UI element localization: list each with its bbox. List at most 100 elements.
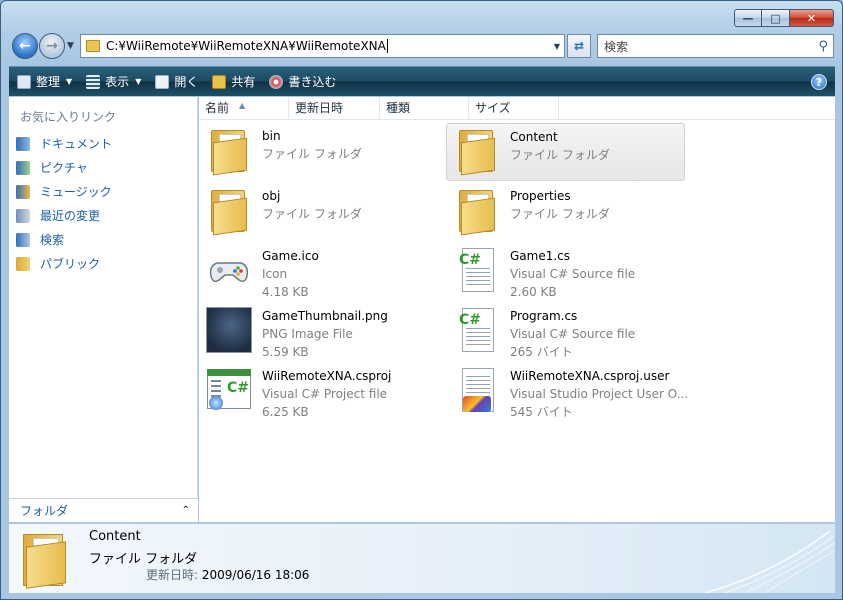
- details-pane: Content ファイル フォルダ 更新日時: 2009/06/16 18:06: [9, 523, 835, 593]
- column-header-label: サイズ: [475, 101, 511, 115]
- command-bar: 整理 ▼ 表示 ▼ 開く 共有 書き込む ?: [9, 66, 835, 96]
- recent-changes-icon: [16, 208, 30, 223]
- file-type: ファイル フォルダ: [262, 147, 362, 161]
- sidebar-item-label: 最近の変更: [40, 209, 101, 223]
- share-button[interactable]: 共有: [212, 73, 255, 90]
- vs-project-user-icon: [453, 366, 501, 414]
- open-button[interactable]: 開く: [155, 73, 198, 90]
- maximize-button[interactable]: □: [762, 9, 790, 27]
- documents-icon: [16, 136, 30, 151]
- sidebar-item-public[interactable]: パブリック: [16, 255, 100, 272]
- details-modified-value: 2009/06/16 18:06: [201, 568, 310, 582]
- column-header-type[interactable]: 種類: [380, 97, 469, 120]
- caption-buttons: — □ ✕: [734, 9, 834, 27]
- sidebar-item-label: ピクチャ: [40, 161, 88, 175]
- folders-label: フォルダ: [20, 504, 69, 518]
- sidebar-item-label: 検索: [40, 233, 65, 247]
- back-button[interactable]: ←: [12, 33, 38, 59]
- folder-icon: [205, 126, 253, 176]
- column-header-label: 更新日時: [295, 101, 344, 115]
- search-input[interactable]: 検索 ⚲: [597, 34, 834, 58]
- file-tile-csproj-user[interactable]: WiiRemoteXNA.csproj.user Visual Studio P…: [447, 366, 707, 424]
- file-tile-gamethumbnail-png[interactable]: GameThumbnail.png PNG Image File 5.59 KB: [199, 306, 439, 364]
- views-icon: [86, 74, 101, 89]
- recent-pages-dropdown[interactable]: ▼: [67, 41, 74, 51]
- file-type: ファイル フォルダ: [510, 207, 610, 221]
- help-icon[interactable]: ?: [811, 74, 827, 90]
- open-label: 開く: [174, 75, 199, 89]
- file-tile-csproj[interactable]: C# WiiRemoteXNA.csproj Visual C# Project…: [199, 366, 439, 424]
- share-icon: [212, 74, 227, 89]
- folder-icon: [17, 528, 73, 590]
- file-type: Icon: [262, 267, 288, 281]
- folders-toggle[interactable]: フォルダ ⌃: [9, 498, 198, 522]
- file-name: Properties: [510, 189, 571, 203]
- sidebar-item-label: ドキュメント: [40, 137, 113, 151]
- column-header-name[interactable]: ▲ 名前: [199, 97, 289, 120]
- sidebar-item-pictures[interactable]: ピクチャ: [16, 159, 88, 176]
- file-tile-game1-cs[interactable]: C# Game1.cs Visual C# Source file 2.60 K…: [447, 246, 687, 304]
- folder-icon: [205, 186, 253, 236]
- file-type: Visual C# Source file: [510, 267, 636, 281]
- sidebar-item-music[interactable]: ミュージック: [16, 183, 112, 200]
- file-name: bin: [262, 129, 281, 143]
- file-name: obj: [262, 189, 281, 203]
- details-file-name: Content: [89, 529, 141, 544]
- file-size: 265 バイト: [510, 345, 573, 359]
- image-thumbnail-icon: [205, 306, 253, 354]
- views-label: 表示: [105, 75, 130, 89]
- folder-icon: [86, 40, 100, 52]
- address-dropdown-icon[interactable]: ▼: [554, 42, 560, 51]
- forward-button[interactable]: →: [39, 33, 65, 59]
- close-button[interactable]: ✕: [790, 9, 834, 27]
- file-name: WiiRemoteXNA.csproj.user: [510, 369, 670, 383]
- file-tile-bin[interactable]: bin ファイル フォルダ: [199, 126, 439, 184]
- views-button[interactable]: 表示 ▼: [86, 73, 141, 90]
- sidebar-item-searches[interactable]: 検索: [16, 231, 64, 248]
- chevron-up-icon: ⌃: [181, 505, 190, 516]
- file-size: 6.25 KB: [262, 405, 309, 419]
- organize-button[interactable]: 整理 ▼: [17, 73, 72, 90]
- column-header-size[interactable]: サイズ: [469, 97, 559, 120]
- file-tile-game-ico[interactable]: Game.ico Icon 4.18 KB: [199, 246, 439, 304]
- file-size: 4.18 KB: [262, 285, 309, 299]
- file-tile-program-cs[interactable]: C# Program.cs Visual C# Source file 265 …: [447, 306, 687, 364]
- chevron-down-icon: ▼: [66, 77, 73, 86]
- column-header-label: 名前: [205, 101, 230, 115]
- address-bar[interactable]: C:¥WiiRemote¥WiiRemoteXNA¥WiiRemoteXNA ▼: [80, 34, 565, 58]
- details-modified-label: 更新日時:: [146, 568, 199, 582]
- navigation-pane: お気に入りリンク ドキュメント ピクチャ ミュージック 最近の変更 検索 パブリ…: [9, 97, 198, 522]
- file-name: Game.ico: [262, 249, 319, 263]
- file-name: Program.cs: [510, 309, 578, 323]
- address-path[interactable]: C:¥WiiRemote¥WiiRemoteXNA¥WiiRemoteXNA: [106, 39, 386, 53]
- text-cursor: [386, 39, 388, 53]
- column-header-row: ▲ 名前 更新日時 種類 サイズ: [199, 97, 835, 120]
- forward-arrow-icon: →: [46, 38, 58, 54]
- csharp-file-icon: C#: [453, 246, 501, 294]
- file-tile-content[interactable]: Content ファイル フォルダ: [446, 123, 685, 181]
- pictures-icon: [16, 160, 30, 175]
- sidebar-item-documents[interactable]: ドキュメント: [16, 135, 112, 152]
- refresh-button[interactable]: ⇄: [567, 34, 591, 58]
- minimize-button[interactable]: —: [734, 9, 762, 27]
- chevron-down-icon: ▼: [135, 77, 142, 86]
- file-tile-obj[interactable]: obj ファイル フォルダ: [199, 186, 439, 244]
- search-icon[interactable]: ⚲: [818, 39, 828, 54]
- folder-icon: [453, 126, 501, 176]
- sidebar-item-label: ミュージック: [40, 185, 112, 199]
- share-label: 共有: [231, 75, 256, 89]
- public-folder-icon: [16, 256, 30, 271]
- search-placeholder: 検索: [604, 39, 629, 54]
- file-tile-properties[interactable]: Properties ファイル フォルダ: [447, 186, 687, 244]
- column-header-date-modified[interactable]: 更新日時: [289, 97, 380, 120]
- sidebar-item-recent-changes[interactable]: 最近の変更: [16, 207, 100, 224]
- back-arrow-icon: ←: [19, 38, 31, 54]
- file-name: Game1.cs: [510, 249, 571, 263]
- refresh-icon: ⇄: [573, 39, 585, 53]
- file-type: Visual C# Project file: [262, 387, 388, 401]
- burn-button[interactable]: 書き込む: [269, 73, 336, 90]
- file-name: GameThumbnail.png: [262, 309, 388, 323]
- burn-icon: [269, 74, 284, 89]
- csharp-file-icon: C#: [453, 306, 501, 354]
- column-header-label: 種類: [386, 101, 411, 115]
